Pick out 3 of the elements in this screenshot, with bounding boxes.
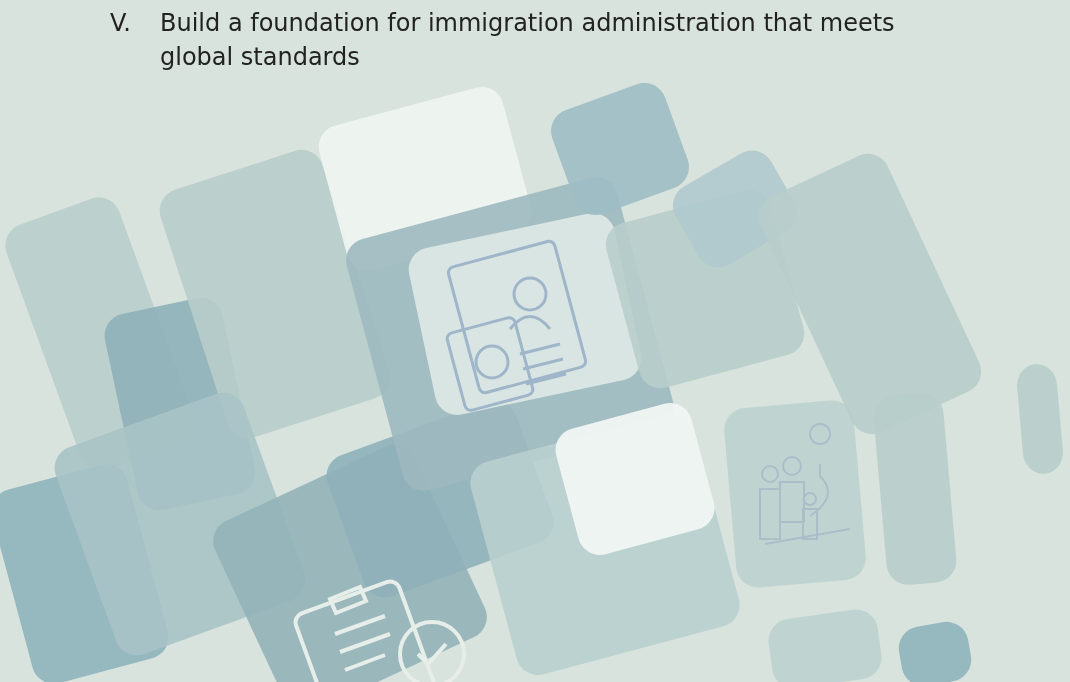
- goal-text: Build a foundation for immigration administration that meets global standards: [160, 8, 896, 73]
- passport-icon: [444, 238, 589, 414]
- list-marker: V.: [110, 8, 132, 39]
